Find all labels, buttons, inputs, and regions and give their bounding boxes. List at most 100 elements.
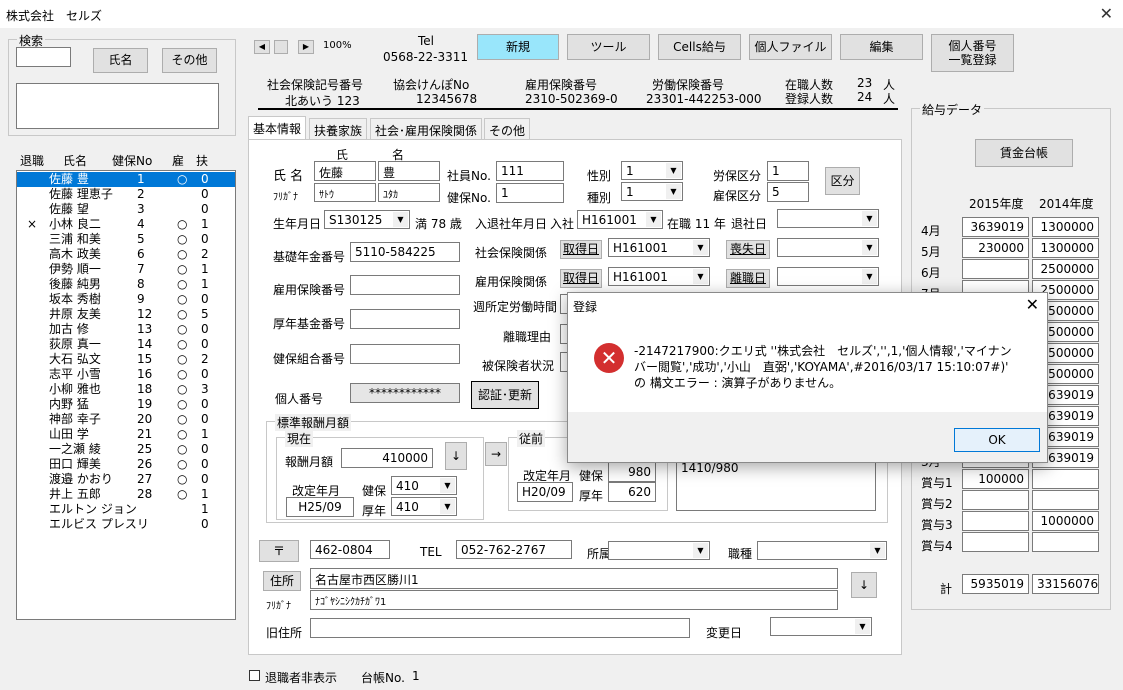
list-item[interactable]: 井上 五郎 28 ○ 1 (17, 487, 235, 502)
tool-button[interactable]: ツール (567, 34, 650, 60)
list-item[interactable]: 佐藤 理恵子 2 0 (17, 187, 235, 202)
koyo-no-field[interactable] (350, 275, 460, 295)
auth-update-button[interactable]: 認証･更新 (471, 381, 539, 409)
soshitsu-button[interactable]: 喪失日 (726, 240, 770, 259)
atsukin-field[interactable] (350, 309, 460, 329)
tel-field[interactable]: 052-762-2767 (456, 540, 572, 559)
list-item[interactable]: 内野 猛 19 ○ 0 (17, 397, 235, 412)
list-item[interactable]: 佐藤 豊 1 ○ 0 (17, 172, 235, 187)
kaitei-field[interactable]: H25/09 (286, 497, 354, 517)
search-result-box[interactable] (16, 83, 219, 129)
address-copy-button[interactable]: ↓ (851, 572, 877, 598)
address-field[interactable]: 名古屋市西区勝川1 (310, 568, 838, 589)
close-window-button[interactable]: ✕ (1100, 4, 1113, 23)
name-search-button[interactable]: 氏名 (93, 48, 148, 73)
record-slider-thumb[interactable] (274, 40, 288, 54)
personal-file-button[interactable]: 個人ファイル (749, 34, 832, 60)
koyo-kubun-field[interactable]: 5 (767, 182, 809, 202)
list-item[interactable]: 志平 小雪 16 ○ 0 (17, 367, 235, 382)
type-select[interactable]: 1 ▼ (621, 182, 683, 201)
tab-family[interactable]: 扶養家族 (309, 118, 368, 139)
rishoku-button[interactable]: 離職日 (726, 269, 770, 288)
address-kana-field[interactable]: ﾅｺﾞﾔｼﾆｼｸｶﾁｶﾞﾜ1 (310, 590, 838, 610)
koyo-shutoku-button[interactable]: 取得日 (560, 269, 602, 288)
list-item[interactable]: 田口 輝美 26 ○ 0 (17, 457, 235, 472)
monthly-field[interactable]: 410000 (341, 448, 433, 468)
address-button[interactable]: 住所 (263, 571, 301, 591)
birth-select[interactable]: S130125 ▼ (324, 210, 410, 229)
dialog-close-button[interactable]: ✕ (1026, 295, 1039, 314)
list-item[interactable]: 神部 幸子 20 ○ 0 (17, 412, 235, 427)
list-item[interactable]: 井原 友美 12 ○ 5 (17, 307, 235, 322)
salary-cell-year1[interactable] (962, 259, 1029, 279)
arrow-right-button[interactable]: → (485, 442, 507, 466)
list-item[interactable]: 高木 政美 6 ○ 2 (17, 247, 235, 262)
salary-cell-year1[interactable]: 230000 (962, 238, 1029, 258)
arrow-down-button[interactable]: ↓ (445, 442, 467, 470)
list-item[interactable]: 山田 学 21 ○ 1 (17, 427, 235, 442)
kumiai-field[interactable] (350, 344, 460, 364)
hide-retired-checkbox[interactable] (249, 670, 260, 681)
sex-select[interactable]: 1 ▼ (621, 161, 683, 180)
shokushu-select[interactable]: ▼ (757, 541, 887, 560)
salary-cell-year2[interactable] (1032, 532, 1099, 552)
edit-button[interactable]: 編集 (840, 34, 923, 60)
old-address-field[interactable] (310, 618, 690, 638)
prev-kaitei-field[interactable]: H20/09 (517, 482, 573, 502)
list-item[interactable]: 小柳 雅也 18 ○ 3 (17, 382, 235, 397)
list-item[interactable]: エルビス プレスリ 0 (17, 517, 235, 532)
list-item[interactable]: 渡邉 かおり 27 ○ 0 (17, 472, 235, 487)
list-item[interactable]: 三浦 和美 5 ○ 0 (17, 232, 235, 247)
change-date-select[interactable]: ▼ (770, 617, 872, 636)
list-item[interactable]: エルトン ジョン 1 (17, 502, 235, 517)
shaho-shutoku-button[interactable]: 取得日 (560, 240, 602, 259)
shaho-shutoku-select[interactable]: H161001 ▼ (608, 238, 710, 257)
nyusha-select[interactable]: H161001 ▼ (577, 210, 663, 229)
mynumber-register-button[interactable]: 個人番号 一覧登録 (931, 34, 1014, 72)
salary-cell-year2[interactable]: 2500000 (1032, 259, 1099, 279)
list-item[interactable]: 加古 修 13 ○ 0 (17, 322, 235, 337)
kiso-field[interactable]: 5110-584225 (350, 242, 460, 262)
next-record-button[interactable]: ▶ (298, 40, 314, 54)
rishoku-select[interactable]: ▼ (777, 267, 879, 286)
tab-basic[interactable]: 基本情報 (248, 116, 307, 140)
std-kenpo-select[interactable]: 410 ▼ (391, 476, 457, 495)
cells-salary-button[interactable]: Cells給与 (658, 34, 741, 60)
prev-kenpo-field[interactable]: 980 (608, 462, 656, 482)
list-item[interactable]: 一之瀬 綾 25 ○ 0 (17, 442, 235, 457)
sei-field[interactable]: 佐藤 (314, 161, 376, 181)
salary-cell-year2[interactable]: 1300000 (1032, 238, 1099, 258)
std-kounen-select[interactable]: 410 ▼ (391, 497, 457, 516)
kenpo-no-field[interactable]: 1 (496, 183, 564, 203)
list-item[interactable]: 坂本 秀樹 9 ○ 0 (17, 292, 235, 307)
mei-kana-field[interactable]: ﾕﾀｶ (378, 183, 440, 202)
prev-kounen-field[interactable]: 620 (608, 482, 656, 502)
list-item[interactable]: × 小林 良二 4 ○ 1 (17, 217, 235, 232)
standard-memo-field[interactable]: 1410/980 (676, 458, 876, 511)
salary-cell-year2[interactable] (1032, 469, 1099, 489)
soshitsu-select[interactable]: ▼ (777, 238, 879, 257)
other-search-button[interactable]: その他 (162, 48, 217, 73)
salary-cell-year2[interactable]: 1000000 (1032, 511, 1099, 531)
taisha-select[interactable]: ▼ (777, 209, 879, 228)
zip-field[interactable]: 462-0804 (310, 540, 390, 559)
tab-other[interactable]: その他 (484, 118, 531, 139)
emp-no-field[interactable]: 111 (496, 161, 564, 181)
tab-insurance[interactable]: 社会･雇用保険関係 (370, 118, 483, 139)
zip-button[interactable]: 〒 (259, 540, 299, 562)
sei-kana-field[interactable]: ｻﾄｳ (314, 183, 376, 202)
list-item[interactable]: 後藤 純男 8 ○ 1 (17, 277, 235, 292)
kubun-button[interactable]: 区分 (825, 167, 860, 195)
salary-cell-year1[interactable]: 3639019 (962, 217, 1029, 237)
wage-ledger-button[interactable]: 賃金台帳 (975, 139, 1073, 167)
prev-record-button[interactable]: ◀ (254, 40, 270, 54)
search-input[interactable] (16, 47, 71, 67)
dialog-ok-button[interactable]: OK (954, 428, 1040, 452)
koyo-shutoku-select[interactable]: H161001 ▼ (608, 267, 710, 286)
list-item[interactable]: 大石 弘文 15 ○ 2 (17, 352, 235, 367)
mynumber-field[interactable]: ************ (350, 383, 460, 403)
list-item[interactable]: 荻原 真一 14 ○ 0 (17, 337, 235, 352)
roho-field[interactable]: 1 (767, 161, 809, 181)
mei-field[interactable]: 豊 (378, 161, 440, 181)
list-item[interactable]: 佐藤 望 3 0 (17, 202, 235, 217)
